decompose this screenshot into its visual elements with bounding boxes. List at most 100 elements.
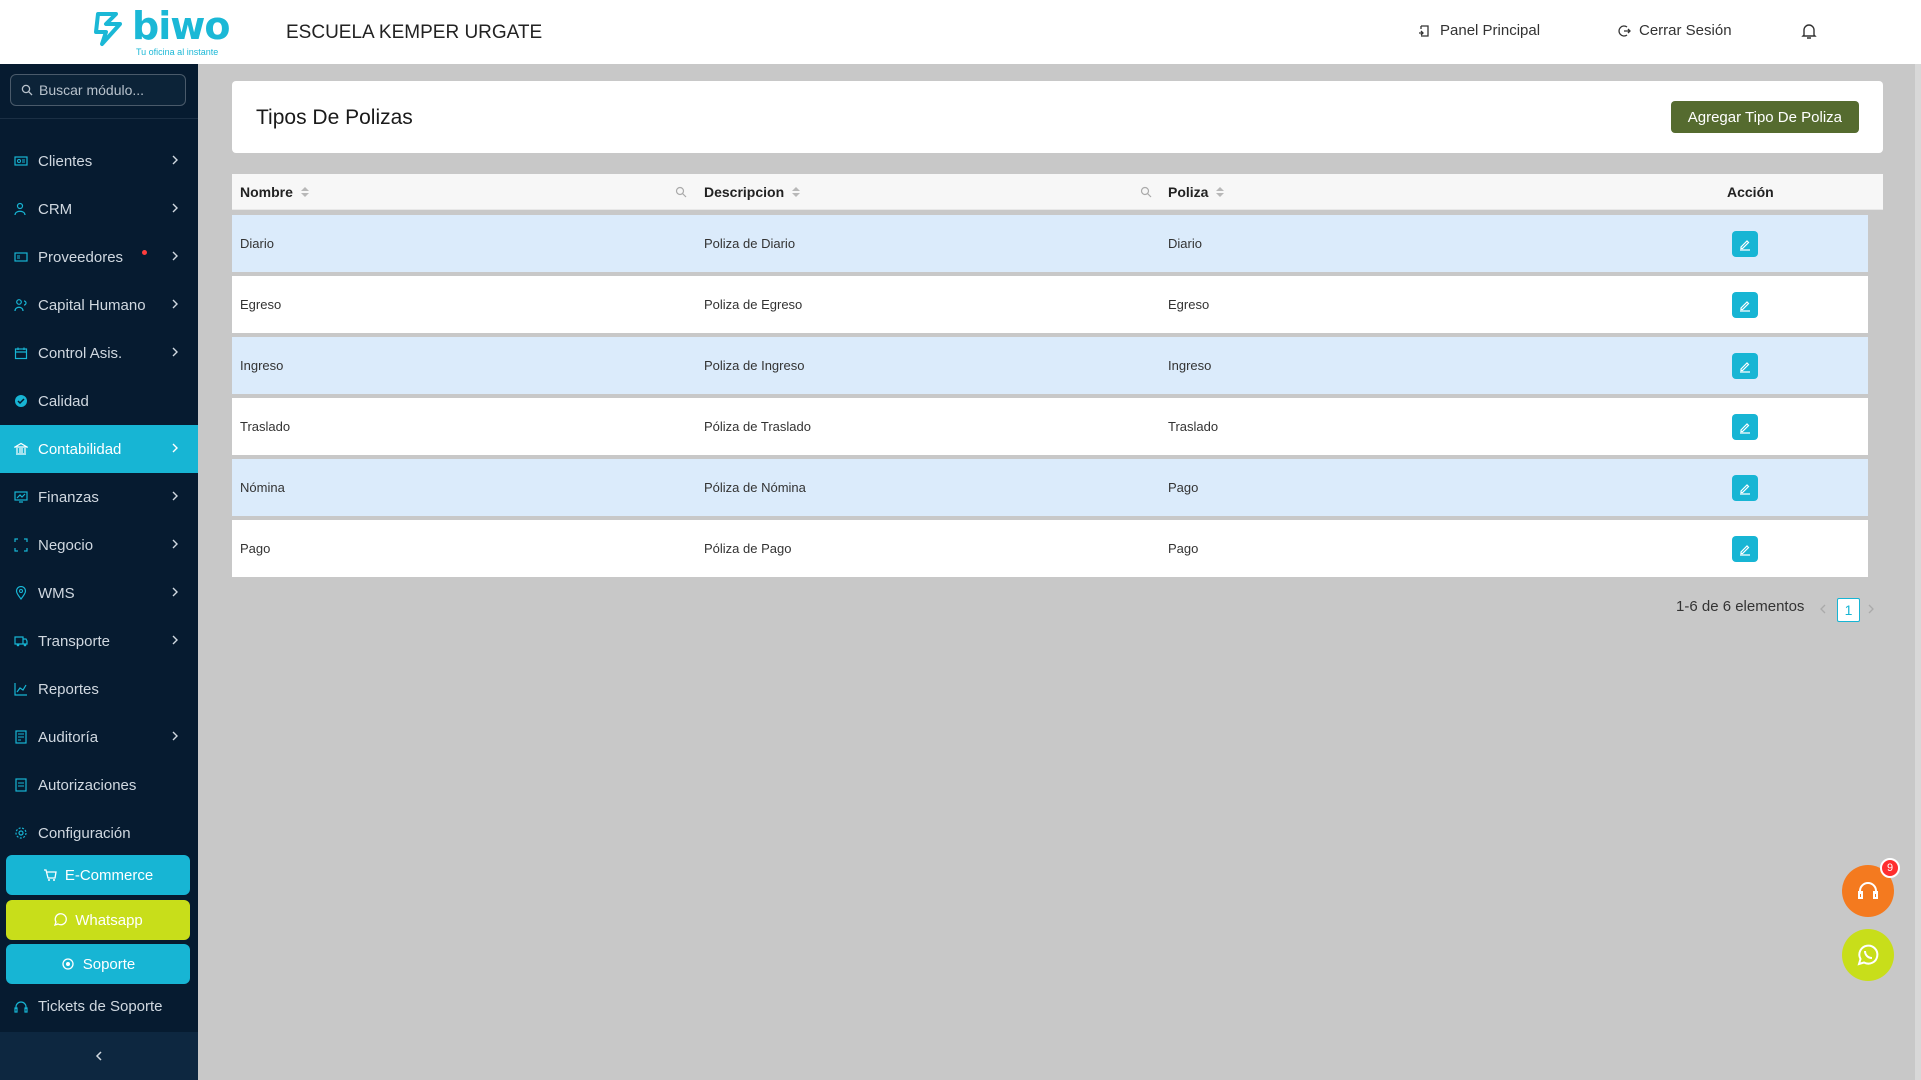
sidebar-item-reportes[interactable]: Reportes: [0, 665, 198, 713]
sidebar-item-negocio[interactable]: Negocio: [0, 521, 198, 569]
table-row[interactable]: Diario Poliza de Diario Diario: [232, 215, 1868, 272]
cell-descripcion: Póliza de Traslado: [704, 419, 811, 434]
edit-button[interactable]: [1732, 231, 1758, 257]
support-button[interactable]: Soporte: [6, 944, 190, 984]
sidebar-item-auditoria[interactable]: Auditoría: [0, 713, 198, 761]
sidebar-item-label: CRM: [38, 200, 73, 218]
cell-poliza: Pago: [1168, 541, 1199, 556]
sort-icon[interactable]: [1216, 187, 1225, 197]
sidebar-item-contabilidad[interactable]: Contabilidad: [0, 425, 198, 473]
table-row[interactable]: Pago Póliza de Pago Pago: [232, 520, 1868, 577]
sidebar-item-transporte[interactable]: Transporte: [0, 617, 198, 665]
panel-principal-label: Panel Principal: [1440, 22, 1541, 39]
edit-button[interactable]: [1732, 475, 1758, 501]
sidebar-item-capital-humano[interactable]: Capital Humano: [0, 281, 198, 329]
sidebar-item-label: Negocio: [38, 536, 94, 554]
cell-descripcion: Poliza de Diario: [704, 236, 796, 251]
ecommerce-button[interactable]: E-Commerce: [6, 855, 190, 895]
sidebar-item-calidad[interactable]: Calidad: [0, 377, 198, 425]
collapse-sidebar-button[interactable]: [0, 1032, 198, 1080]
sidebar-item-autorizaciones[interactable]: Autorizaciones: [0, 761, 198, 809]
edit-button[interactable]: [1732, 353, 1758, 379]
audit-icon: [14, 730, 28, 744]
notification-dot: [142, 250, 147, 255]
chevron-right-icon: [172, 587, 178, 597]
page-number-button[interactable]: 1: [1837, 598, 1860, 622]
bell-icon[interactable]: [1801, 22, 1817, 40]
support-tickets-link[interactable]: Tickets de Soporte: [14, 998, 163, 1015]
prev-page-icon[interactable]: [1818, 602, 1828, 616]
column-header-poliza[interactable]: Poliza: [1168, 174, 1225, 210]
search-input[interactable]: [39, 82, 179, 98]
sidebar-item-control-asis[interactable]: Control Asis.: [0, 329, 198, 377]
ecommerce-label: E-Commerce: [64, 866, 154, 884]
column-header-accion: Acción: [1727, 174, 1774, 210]
page-scrollbar[interactable]: [1915, 64, 1921, 1080]
logo-wordmark: biwo: [132, 4, 230, 48]
sidebar-item-label: Auditoría: [38, 728, 99, 746]
chevron-right-icon: [172, 347, 178, 357]
page-title: Tipos De Polizas: [256, 106, 413, 129]
cell-poliza: Diario: [1168, 236, 1202, 251]
sidebar-item-configuracion[interactable]: Configuración: [0, 809, 198, 857]
edit-button[interactable]: [1732, 292, 1758, 318]
sidebar-item-finanzas[interactable]: Finanzas: [0, 473, 198, 521]
sidebar-divider: [0, 118, 198, 119]
pagination-text: 1-6 de 6 elementos: [1676, 598, 1805, 615]
chevron-right-icon: [172, 299, 178, 309]
bank-icon: [14, 442, 28, 456]
sidebar-item-label: Control Asis.: [38, 344, 123, 362]
chevron-right-icon: [172, 731, 178, 741]
panel-principal-link[interactable]: Panel Principal: [1418, 22, 1540, 39]
column-header-descripcion[interactable]: Descripcion: [704, 174, 801, 210]
sidebar-nav: Clientes CRM Proveedores Capital Humano …: [0, 137, 198, 857]
column-header-label: Poliza: [1168, 184, 1209, 200]
biwo-logo[interactable]: biwo Tu oficina al instante: [92, 4, 232, 58]
sidebar-item-label: Contabilidad: [38, 440, 122, 458]
calendar-icon: [14, 346, 28, 360]
column-header-label: Descripcion: [704, 184, 785, 200]
table-row[interactable]: Ingreso Poliza de Ingreso Ingreso: [232, 337, 1868, 394]
column-search-icon[interactable]: [675, 186, 687, 198]
table-row[interactable]: Nómina Póliza de Nómina Pago: [232, 459, 1868, 516]
sort-icon[interactable]: [300, 187, 309, 197]
edit-button[interactable]: [1732, 414, 1758, 440]
cell-nombre: Traslado: [240, 419, 291, 434]
column-header-nombre[interactable]: Nombre: [240, 174, 309, 210]
pencil-icon: [1740, 423, 1750, 434]
chevron-right-icon: [172, 491, 178, 501]
sidebar-item-crm[interactable]: CRM: [0, 185, 198, 233]
module-search[interactable]: [10, 74, 186, 106]
cell-poliza: Pago: [1168, 480, 1199, 495]
table-row[interactable]: Egreso Poliza de Egreso Egreso: [232, 276, 1868, 333]
cell-poliza: Egreso: [1168, 297, 1210, 312]
tickets-label: Tickets de Soporte: [38, 998, 163, 1015]
sort-icon[interactable]: [792, 187, 801, 197]
sidebar-item-clientes[interactable]: Clientes: [0, 137, 198, 185]
policy-types-table: [232, 174, 1883, 210]
sidebar-item-label: Proveedores: [38, 248, 124, 266]
logout-link[interactable]: Cerrar Sesión: [1617, 22, 1732, 39]
sidebar-item-label: Configuración: [38, 824, 131, 842]
pencil-icon: [1740, 301, 1750, 312]
sidebar-item-wms[interactable]: WMS: [0, 569, 198, 617]
logout-icon: [1618, 24, 1631, 37]
chevron-right-icon: [172, 539, 178, 549]
add-policy-type-button[interactable]: Agregar Tipo De Poliza: [1670, 101, 1859, 133]
table-row[interactable]: Traslado Póliza de Traslado Traslado: [232, 398, 1868, 455]
sidebar-item-label: Reportes: [38, 680, 99, 698]
top-header: biwo Tu oficina al instante ESCUELA KEMP…: [0, 0, 1921, 64]
sidebar-item-proveedores[interactable]: Proveedores: [0, 233, 198, 281]
logout-label: Cerrar Sesión: [1639, 22, 1732, 39]
whatsapp-button[interactable]: Whatsapp: [6, 900, 190, 940]
column-search-icon[interactable]: [1140, 186, 1152, 198]
whatsapp-fab[interactable]: [1842, 929, 1894, 981]
truck-icon: [14, 634, 28, 648]
vendor-icon: [14, 250, 28, 264]
edit-button[interactable]: [1732, 536, 1758, 562]
sidebar-item-label: Clientes: [38, 152, 93, 170]
cell-descripcion: Poliza de Egreso: [704, 297, 803, 312]
next-page-icon[interactable]: [1866, 602, 1876, 616]
chevron-right-icon: [172, 155, 178, 165]
cell-nombre: Ingreso: [240, 358, 284, 373]
